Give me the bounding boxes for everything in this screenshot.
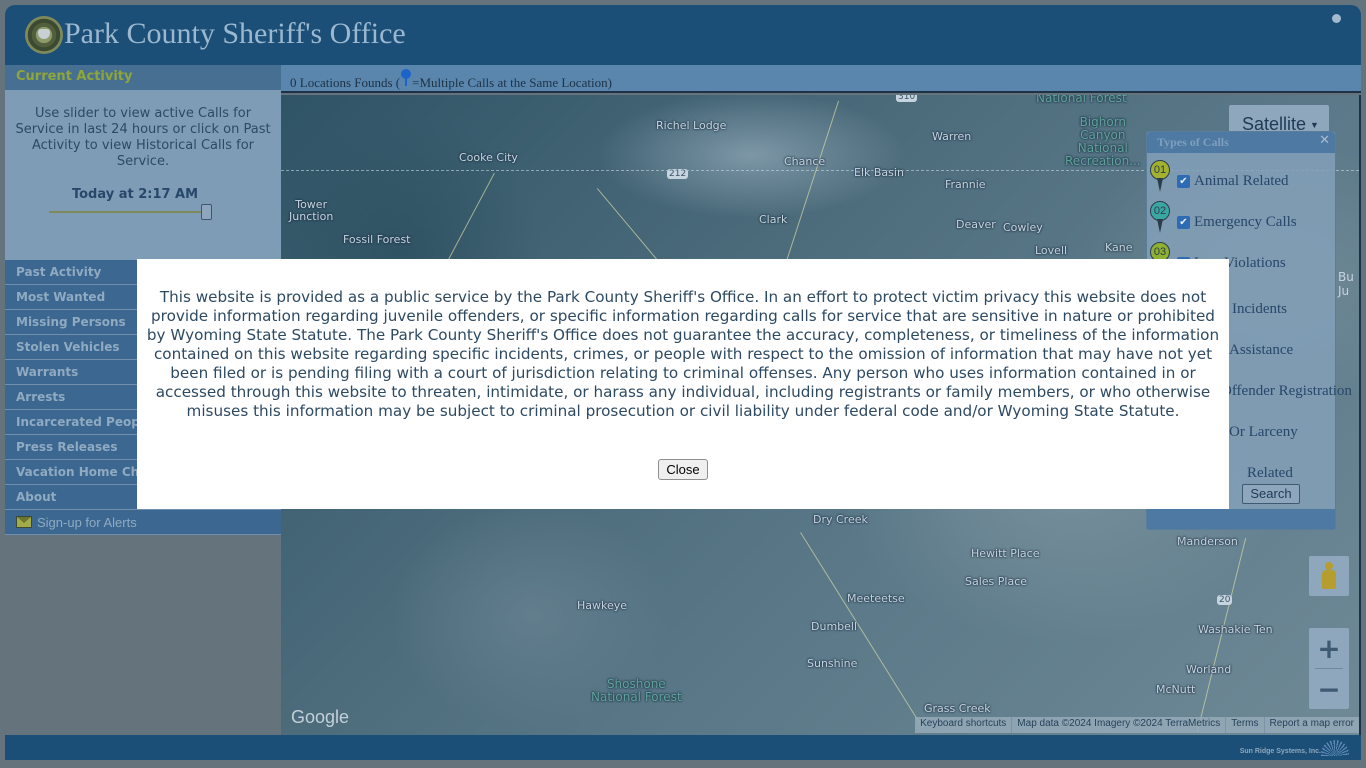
map-label: Washakie Ten bbox=[1198, 623, 1273, 636]
disclaimer-text: This website is provided as a public ser… bbox=[146, 288, 1220, 420]
map-label: Frannie bbox=[945, 178, 986, 191]
zoom-in-button[interactable]: + bbox=[1309, 628, 1349, 668]
disclaimer-modal: This website is provided as a public ser… bbox=[137, 259, 1229, 509]
map-label: Clark bbox=[759, 213, 788, 226]
animal-related-checkbox[interactable]: ✔ bbox=[1177, 175, 1190, 188]
map-label-partial: Bu Ju bbox=[1338, 270, 1354, 298]
zoom-out-button[interactable]: − bbox=[1309, 669, 1349, 709]
time-slider-track[interactable] bbox=[49, 211, 207, 213]
call-type-row: 01 ✔ Animal Related bbox=[1150, 160, 1289, 194]
map-label: Dumbell bbox=[811, 620, 858, 633]
map-label: Richel Lodge bbox=[656, 119, 727, 132]
map-label: Chance bbox=[784, 155, 826, 168]
map-label: Tower Junction bbox=[289, 198, 334, 223]
marker-tail bbox=[1157, 178, 1163, 192]
emergency-calls-checkbox[interactable]: ✔ bbox=[1177, 216, 1190, 229]
map-label: Sales Place bbox=[965, 575, 1028, 588]
types-panel-footer bbox=[1147, 509, 1335, 529]
map-label: Cooke City bbox=[459, 151, 518, 164]
terms-link[interactable]: Terms bbox=[1225, 717, 1263, 733]
map-label: Manderson bbox=[1177, 535, 1238, 548]
map-label: Cowley bbox=[1003, 221, 1043, 234]
map-label: Dry Creek bbox=[813, 513, 868, 526]
call-type-label[interactable]: Assistance bbox=[1229, 342, 1293, 359]
locations-bar: 0 Locations Founds ( =Multiple Calls at … bbox=[281, 65, 1361, 93]
highway-shield: 310 bbox=[896, 95, 918, 102]
slider-instructions: Use slider to view active Calls for Serv… bbox=[15, 106, 271, 169]
call-type-label: Animal Related bbox=[1194, 173, 1289, 189]
envelope-icon bbox=[16, 516, 32, 528]
map-label: Hewitt Place bbox=[971, 547, 1040, 560]
time-slider-handle[interactable] bbox=[201, 204, 212, 220]
signup-alerts-label: Sign-up for Alerts bbox=[37, 514, 137, 530]
report-map-error-link[interactable]: Report a map error bbox=[1263, 717, 1359, 733]
marker-01-icon: 01 bbox=[1150, 160, 1170, 194]
search-button[interactable]: Search bbox=[1242, 484, 1300, 504]
map-label: Deaver bbox=[956, 218, 996, 231]
current-activity-title: Current Activity bbox=[16, 69, 133, 84]
map-data-text: Map data ©2024 Imagery ©2024 TerraMetric… bbox=[1011, 717, 1225, 733]
park-label: Bighorn Canyon National Recreation... bbox=[1065, 115, 1141, 168]
zoom-control: + − bbox=[1309, 628, 1349, 709]
types-panel-header[interactable]: Types of Calls ✕ bbox=[1147, 132, 1335, 153]
highway-shield: 20 bbox=[1217, 595, 1233, 605]
call-type-label[interactable]: Or Larceny bbox=[1229, 424, 1298, 441]
status-dot-icon bbox=[1332, 14, 1341, 23]
caret-down-icon: ▼ bbox=[1310, 120, 1319, 131]
call-type-label[interactable]: Offender Registration bbox=[1221, 383, 1352, 400]
keyboard-shortcuts-link[interactable]: Keyboard shortcuts bbox=[915, 717, 1011, 733]
site-title: Park County Sheriff's Office bbox=[64, 17, 406, 50]
map-label: Elk Basin bbox=[854, 166, 904, 179]
blue-pin-icon bbox=[401, 69, 412, 86]
site-header: Park County Sheriff's Office bbox=[5, 5, 1361, 65]
highway-shield: 212 bbox=[667, 169, 689, 179]
map-attribution: Keyboard shortcuts Map data ©2024 Imager… bbox=[915, 717, 1359, 733]
locations-count: 0 Locations Founds ( bbox=[290, 75, 401, 90]
call-type-label: Emergency Calls bbox=[1194, 214, 1297, 230]
map-label: McNutt bbox=[1156, 683, 1196, 696]
current-activity-panel: Use slider to view active Calls for Serv… bbox=[5, 90, 281, 260]
types-panel-title: Types of Calls bbox=[1157, 135, 1229, 149]
park-label: National Forest bbox=[1036, 95, 1127, 105]
site-footer: Sun Ridge Systems, Inc. bbox=[5, 735, 1361, 760]
map-label: Warren bbox=[932, 130, 972, 143]
park-label: Shoshone National Forest bbox=[591, 677, 682, 704]
current-activity-header: Current Activity bbox=[5, 65, 281, 90]
map-label: Fossil Forest bbox=[343, 233, 411, 246]
map-label: Sunshine bbox=[807, 657, 858, 670]
map-label: Lovell bbox=[1035, 244, 1068, 257]
google-logo: Google bbox=[291, 707, 350, 727]
call-type-row: 02 ✔ Emergency Calls bbox=[1150, 201, 1297, 235]
footer-brand: Sun Ridge Systems, Inc. bbox=[1239, 748, 1321, 755]
map-label: Meeteetse bbox=[847, 592, 905, 605]
sun-ridge-logo-icon bbox=[1321, 740, 1349, 756]
street-view-pegman-icon[interactable] bbox=[1309, 556, 1349, 596]
call-type-label[interactable]: Incidents bbox=[1232, 301, 1287, 318]
locations-legend: =Multiple Calls at the Same Location) bbox=[412, 75, 612, 90]
map-label: Kane bbox=[1105, 241, 1133, 254]
slider-time-label: Today at 2:17 AM bbox=[71, 187, 199, 202]
close-button[interactable]: Close bbox=[658, 459, 708, 480]
marker-02-icon: 02 bbox=[1150, 201, 1170, 235]
marker-tail bbox=[1157, 219, 1163, 233]
sheriff-badge-icon bbox=[25, 16, 63, 54]
call-type-label[interactable]: Related bbox=[1247, 465, 1293, 482]
close-icon[interactable]: ✕ bbox=[1319, 133, 1330, 148]
map-label: Worland bbox=[1186, 663, 1232, 676]
locations-count-text: 0 Locations Founds ( =Multiple Calls at … bbox=[290, 69, 612, 91]
map-label: Hawkeye bbox=[577, 599, 628, 612]
sidebar-item-signup-alerts[interactable]: Sign-up for Alerts bbox=[5, 510, 281, 535]
map-label: Grass Creek bbox=[924, 702, 991, 715]
